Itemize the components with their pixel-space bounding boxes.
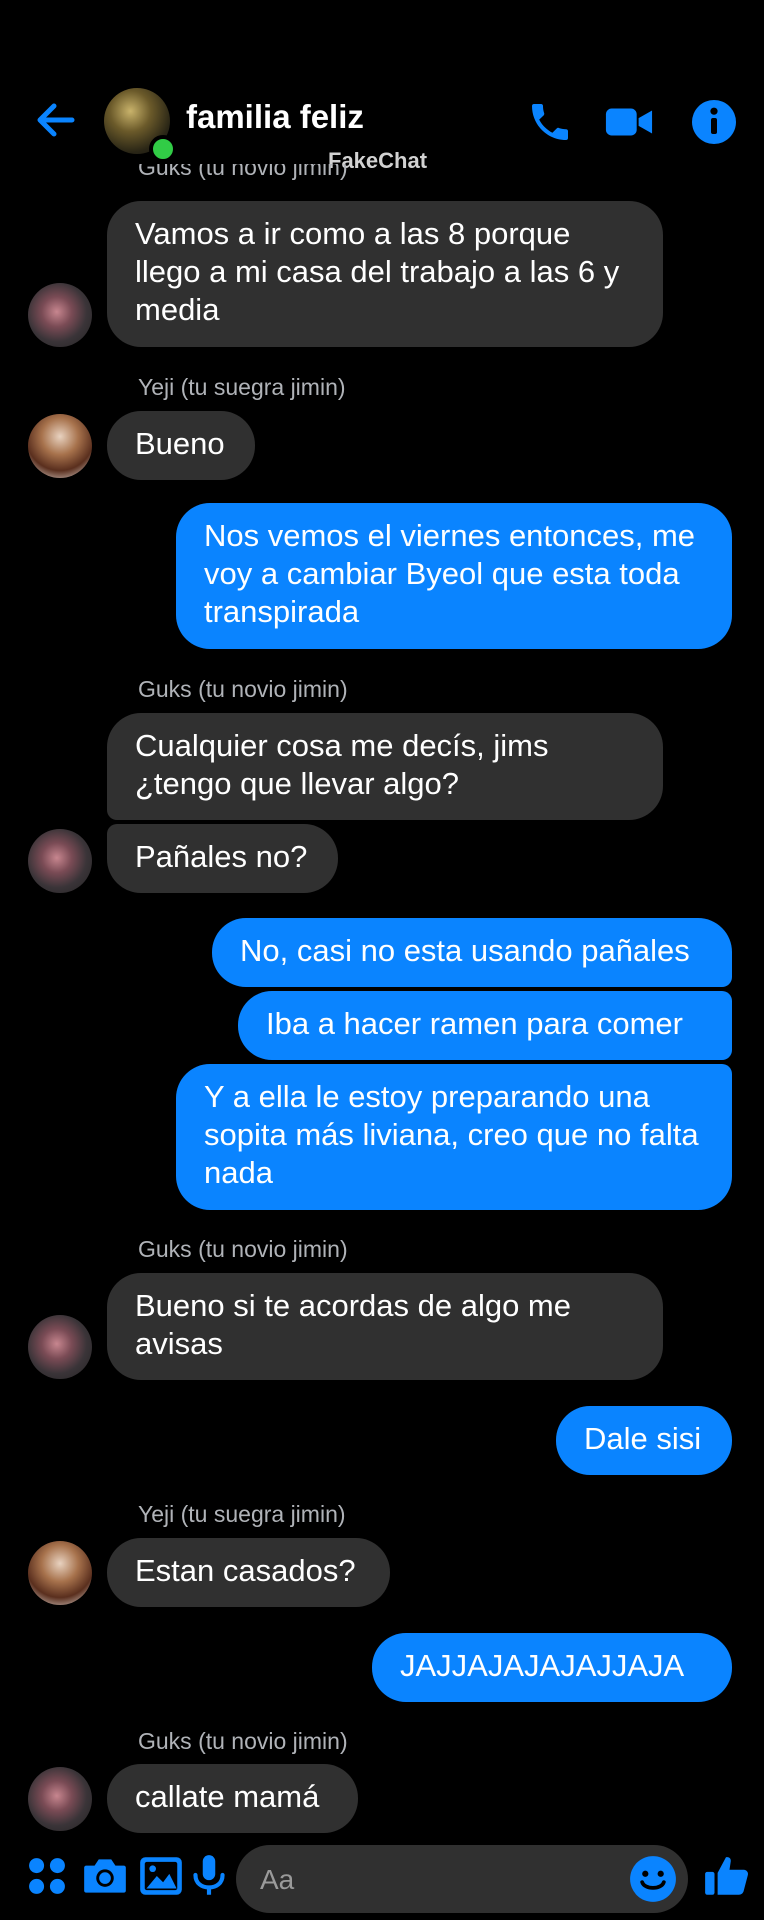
- sender-name: Yeji (tu suegra jimin): [138, 1501, 346, 1527]
- video-call-button[interactable]: [604, 98, 653, 146]
- back-button[interactable]: [34, 98, 78, 142]
- camera-icon: [84, 1859, 126, 1893]
- back-arrow-icon: [37, 103, 75, 137]
- message-bubble-outgoing[interactable]: No, casi no esta usando pañales: [212, 918, 732, 987]
- avatar-guks[interactable]: [28, 1767, 92, 1831]
- message-bubble-incoming[interactable]: Bueno si te acordas de algo me avisas: [107, 1273, 663, 1380]
- video-camera-icon: [605, 108, 653, 136]
- gallery-button[interactable]: [136, 1851, 186, 1901]
- message-bubble-incoming[interactable]: Estan casados?: [107, 1538, 390, 1607]
- avatar-guks[interactable]: [28, 1315, 92, 1379]
- message-bubble-incoming[interactable]: callate mamá: [107, 1764, 358, 1833]
- message-bubble-outgoing[interactable]: Nos vemos el viernes entonces, me voy a …: [176, 503, 732, 649]
- apps-grid-icon: [29, 1858, 65, 1894]
- online-indicator: [149, 135, 177, 163]
- message-bubble-incoming[interactable]: Pañales no?: [107, 824, 338, 893]
- call-button[interactable]: [526, 98, 574, 146]
- message-bubble-incoming[interactable]: Vamos a ir como a las 8 porque llego a m…: [107, 201, 663, 347]
- message-bubble-incoming[interactable]: Cualquier cosa me decís, jims ¿tengo que…: [107, 713, 663, 820]
- message-input[interactable]: [258, 1859, 602, 1901]
- message-bubble-outgoing[interactable]: Dale sisi: [556, 1406, 732, 1475]
- message-bubble-incoming[interactable]: Bueno: [107, 411, 255, 480]
- like-button[interactable]: [702, 1851, 752, 1901]
- chat-title[interactable]: familia feliz: [186, 98, 364, 136]
- avatar-yeji[interactable]: [28, 414, 92, 478]
- avatar-guks[interactable]: [28, 829, 92, 893]
- message-bubble-outgoing[interactable]: Iba a hacer ramen para comer: [238, 991, 732, 1060]
- microphone-icon: [193, 1855, 225, 1895]
- sender-name: Guks (tu novio jimin): [138, 676, 348, 702]
- emoji-icon: [630, 1856, 676, 1902]
- sender-name: Guks (tu novio jimin): [138, 1728, 348, 1754]
- like-thumb-icon: [705, 1857, 749, 1895]
- voice-message-button[interactable]: [184, 1851, 234, 1901]
- info-icon: [692, 100, 736, 144]
- emoji-button[interactable]: [628, 1854, 678, 1904]
- message-bubble-outgoing[interactable]: JAJJAJAJAJAJJAJA: [372, 1633, 732, 1702]
- message-bubble-outgoing[interactable]: Y a ella le estoy preparando una sopita …: [176, 1064, 732, 1210]
- apps-button[interactable]: [22, 1851, 72, 1901]
- sender-name: Guks (tu novio jimin): [138, 1236, 348, 1262]
- phone-icon: [532, 104, 568, 140]
- message-composer[interactable]: [236, 1845, 688, 1913]
- sender-name-partial: Guks (tu novio jimin): [138, 164, 348, 180]
- avatar-guks[interactable]: [28, 283, 92, 347]
- camera-button[interactable]: [80, 1851, 130, 1901]
- info-button[interactable]: [690, 98, 738, 146]
- avatar-yeji[interactable]: [28, 1541, 92, 1605]
- gallery-icon: [140, 1857, 182, 1895]
- sender-name: Yeji (tu suegra jimin): [138, 374, 346, 400]
